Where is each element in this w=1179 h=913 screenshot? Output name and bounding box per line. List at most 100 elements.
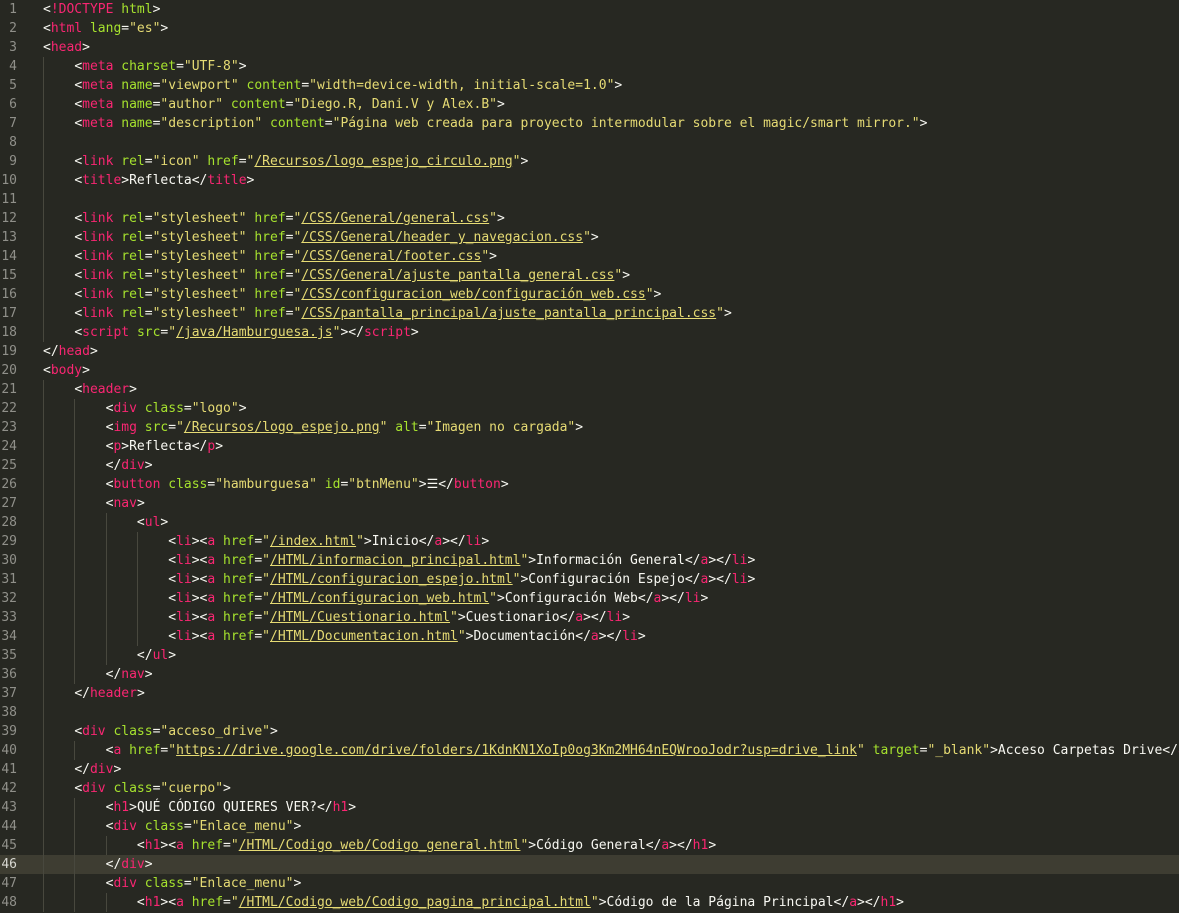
code-line[interactable]: 44 <div class="Enlace_menu"> bbox=[0, 817, 1179, 836]
code-line[interactable]: 33 <li><a href="/HTML/Cuestionario.html"… bbox=[0, 608, 1179, 627]
indent-guide bbox=[43, 190, 44, 209]
punctuation-token: < bbox=[74, 382, 83, 397]
code-line[interactable]: 35 </ul> bbox=[0, 646, 1179, 665]
line-number: 2 bbox=[9, 21, 17, 36]
tag-token: ul bbox=[152, 648, 169, 663]
punctuation-token: > bbox=[700, 591, 709, 606]
tag-token: link bbox=[82, 211, 114, 226]
line-number: 9 bbox=[9, 154, 17, 169]
code-line[interactable]: 21 <header> bbox=[0, 380, 1179, 399]
indent-guide bbox=[43, 152, 44, 171]
code-line[interactable]: 45 <h1><a href="/HTML/Codigo_web/Codigo_… bbox=[0, 836, 1179, 855]
code-line[interactable]: 30 <li><a href="/HTML/informacion_princi… bbox=[0, 551, 1179, 570]
code-line[interactable]: 43 <h1>QUÉ CÓDIGO QUIERES VER?</h1> bbox=[0, 798, 1179, 817]
indent-guide bbox=[43, 570, 44, 589]
code-line[interactable]: 39 <div class="acceso_drive"> bbox=[0, 722, 1179, 741]
punctuation-token: < bbox=[168, 591, 177, 606]
line-number: 3 bbox=[9, 40, 17, 55]
string-token: " bbox=[450, 610, 458, 625]
code-line[interactable]: 2 <html lang="es"> bbox=[0, 19, 1179, 38]
punctuation-token: = bbox=[223, 838, 231, 853]
code-line[interactable]: 16 <link rel="stylesheet" href="/CSS/con… bbox=[0, 285, 1179, 304]
indent-guide bbox=[106, 532, 107, 551]
punctuation-token: = bbox=[144, 287, 153, 302]
code-line[interactable]: 23 <img src="/Recursos/logo_espejo.png" … bbox=[0, 418, 1179, 437]
code-line[interactable]: 14 <link rel="stylesheet" href="/CSS/Gen… bbox=[0, 247, 1179, 266]
code-editor[interactable]: 1 <!DOCTYPE html> 2 <html lang="es"> 3 <head>… bbox=[0, 0, 1179, 913]
indent-guide bbox=[74, 418, 75, 437]
indent-guide bbox=[74, 836, 75, 855]
code-line[interactable]: 42 <div class="cuerpo"> bbox=[0, 779, 1179, 798]
indent-guide bbox=[106, 646, 107, 665]
punctuation-token: ></ bbox=[708, 572, 732, 587]
attribute-token: href bbox=[254, 306, 286, 321]
code-line[interactable]: 18 <script src="/java/Hamburguesa.js"></… bbox=[0, 323, 1179, 342]
code-content: </div> bbox=[43, 760, 121, 779]
punctuation-token: >< bbox=[191, 572, 208, 587]
code-content: <a href="https://drive.google.com/drive/… bbox=[43, 741, 1179, 760]
code-line[interactable]: 19 </head> bbox=[0, 342, 1179, 361]
code-line[interactable]: 5 <meta name="viewport" content="width=d… bbox=[0, 76, 1179, 95]
punctuation-token: > bbox=[500, 477, 509, 492]
punctuation-token: </ bbox=[316, 800, 333, 815]
code-line[interactable]: 25 </div> bbox=[0, 456, 1179, 475]
line-number: 39 bbox=[1, 724, 17, 739]
code-line[interactable]: 8 bbox=[0, 133, 1179, 152]
line-number: 5 bbox=[9, 78, 17, 93]
code-line[interactable]: 48 <h1><a href="/HTML/Codigo_web/Codigo_… bbox=[0, 893, 1179, 912]
code-line[interactable]: 9 <link rel="icon" href="/Recursos/logo_… bbox=[0, 152, 1179, 171]
tag-token: a bbox=[176, 838, 184, 853]
string-token: "stylesheet" bbox=[152, 268, 247, 283]
code-line[interactable]: 12 <link rel="stylesheet" href="/CSS/Gen… bbox=[0, 209, 1179, 228]
code-line[interactable]: 24 <p>Reflecta</p> bbox=[0, 437, 1179, 456]
code-line[interactable]: 38 bbox=[0, 703, 1179, 722]
indent-guide bbox=[43, 266, 44, 285]
code-line[interactable]: 15 <link rel="stylesheet" href="/CSS/Gen… bbox=[0, 266, 1179, 285]
code-line[interactable]: 31 <li><a href="/HTML/configuracion_espe… bbox=[0, 570, 1179, 589]
code-content bbox=[43, 133, 74, 152]
indent-guide bbox=[106, 513, 107, 532]
line-number: 24 bbox=[1, 439, 17, 454]
code-line[interactable]: 40 <a href="https://drive.google.com/dri… bbox=[0, 741, 1179, 760]
line-number: 30 bbox=[1, 553, 17, 568]
url-token: /CSS/General/footer.css bbox=[301, 249, 482, 264]
punctuation-token: = bbox=[176, 59, 184, 74]
code-line[interactable]: 29 <li><a href="/index.html">Inicio</a><… bbox=[0, 532, 1179, 551]
code-line[interactable]: 46 </div> bbox=[0, 855, 1179, 874]
code-line[interactable]: 47 <div class="Enlace_menu"> bbox=[0, 874, 1179, 893]
indent-guide bbox=[74, 874, 75, 893]
code-content: <button class="hamburguesa" id="btnMenu"… bbox=[43, 475, 509, 494]
code-line[interactable]: 11 bbox=[0, 190, 1179, 209]
url-token: /HTML/Documentacion.html bbox=[270, 629, 458, 644]
punctuation-token: = bbox=[144, 154, 153, 169]
code-line[interactable]: 6 <meta name="author" content="Diego.R, … bbox=[0, 95, 1179, 114]
url-token: /HTML/informacion_principal.html bbox=[270, 553, 521, 568]
code-line[interactable]: 22 <div class="logo"> bbox=[0, 399, 1179, 418]
code-line[interactable]: 34 <li><a href="/HTML/Documentacion.html… bbox=[0, 627, 1179, 646]
tag-token: div bbox=[121, 458, 145, 473]
code-line[interactable]: 28 <ul> bbox=[0, 513, 1179, 532]
code-line[interactable]: 7 <meta name="description" content="Pági… bbox=[0, 114, 1179, 133]
code-content: <div class="Enlace_menu"> bbox=[43, 874, 302, 893]
code-line[interactable]: 10 <title>Reflecta</title> bbox=[0, 171, 1179, 190]
code-line[interactable]: 3 <head> bbox=[0, 38, 1179, 57]
code-line[interactable]: 20 <body> bbox=[0, 361, 1179, 380]
code-line[interactable]: 13 <link rel="stylesheet" href="/CSS/Gen… bbox=[0, 228, 1179, 247]
code-line[interactable]: 41 </div> bbox=[0, 760, 1179, 779]
code-line[interactable]: 37 </header> bbox=[0, 684, 1179, 703]
code-line[interactable]: 1 <!DOCTYPE html> bbox=[0, 0, 1179, 19]
attribute-token: rel bbox=[121, 211, 145, 226]
code-line[interactable]: 4 <meta charset="UTF-8"> bbox=[0, 57, 1179, 76]
code-line[interactable]: 27 <nav> bbox=[0, 494, 1179, 513]
code-line[interactable]: 17 <link rel="stylesheet" href="/CSS/pan… bbox=[0, 304, 1179, 323]
code-content: <meta name="viewport" content="width=dev… bbox=[43, 76, 622, 95]
code-line[interactable]: 26 <button class="hamburguesa" id="btnMe… bbox=[0, 475, 1179, 494]
line-number: 22 bbox=[1, 401, 17, 416]
code-line[interactable]: 36 </nav> bbox=[0, 665, 1179, 684]
code-line[interactable]: 32 <li><a href="/HTML/configuracion_web.… bbox=[0, 589, 1179, 608]
